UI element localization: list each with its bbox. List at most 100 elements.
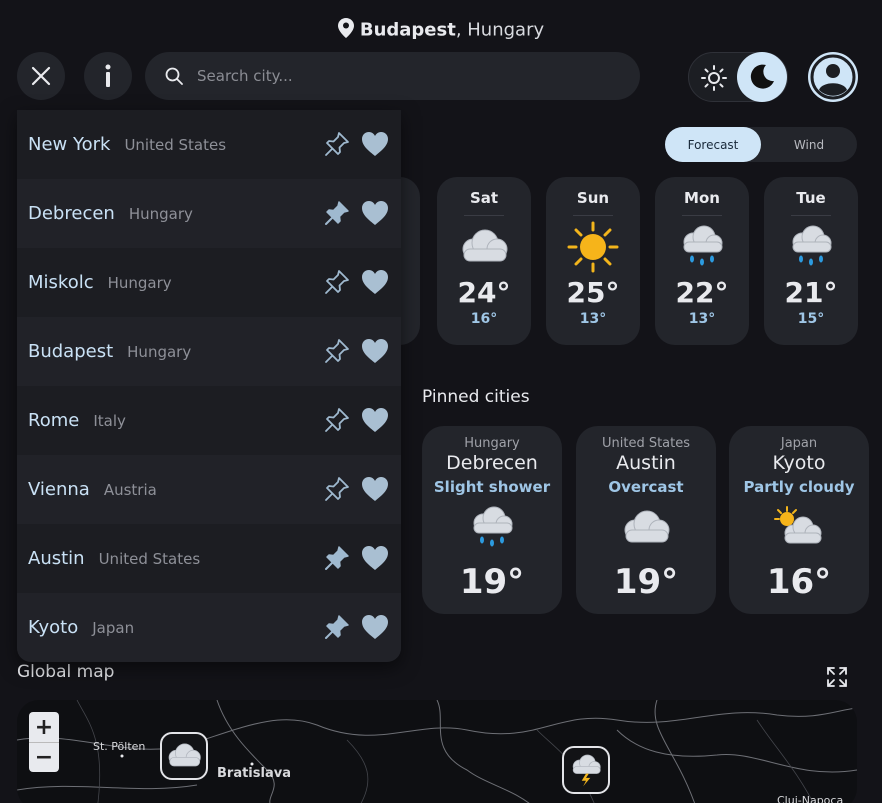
city-name: Debrecen: [28, 203, 115, 224]
map-weather-marker[interactable]: [562, 746, 610, 794]
zoom-in-button[interactable]: +: [29, 712, 59, 742]
map-weather-marker[interactable]: [160, 732, 208, 780]
city-country: Hungary: [127, 342, 192, 361]
current-country: , Hungary: [455, 19, 545, 41]
divider: [464, 215, 504, 216]
search-input[interactable]: [197, 67, 617, 85]
pin-outline-icon[interactable]: [323, 337, 351, 365]
info-button[interactable]: [84, 52, 132, 100]
city-country: United States: [98, 549, 201, 568]
city-list-item[interactable]: Miskolc Hungary: [17, 248, 401, 317]
global-map-title: Global map: [17, 662, 115, 682]
city-name: Vienna: [28, 479, 90, 500]
zoom-out-button[interactable]: −: [29, 742, 59, 772]
tab-forecast[interactable]: Forecast: [665, 127, 761, 162]
pinned-country: Hungary: [464, 436, 520, 451]
moon-icon: [750, 64, 774, 89]
divider: [682, 215, 722, 216]
forecast-card[interactable]: Mon 22° 13°: [655, 177, 749, 345]
divider: [791, 215, 831, 216]
expand-icon: [827, 667, 847, 687]
thunderstorm-icon: [572, 754, 601, 787]
forecast-low: 15°: [797, 311, 825, 327]
city-list-item[interactable]: Austin United States: [17, 524, 401, 593]
city-name: Austin: [28, 548, 85, 569]
view-tabs: Forecast Wind: [665, 127, 857, 162]
forecast-card[interactable]: Sun 25° 13°: [546, 177, 640, 345]
city-list-item[interactable]: Debrecen Hungary: [17, 179, 401, 248]
heart-icon[interactable]: [361, 338, 389, 364]
forecast-day: Mon: [684, 189, 720, 207]
pin-outline-icon[interactable]: [323, 475, 351, 503]
sunny-icon: [546, 218, 640, 276]
forecast-day: Sat: [469, 189, 499, 207]
heart-icon[interactable]: [361, 545, 389, 571]
current-city: Budapest: [359, 19, 456, 41]
pin-filled-icon[interactable]: [323, 544, 351, 572]
search-bar[interactable]: [145, 52, 640, 100]
pinned-city-name: Kyoto: [772, 452, 826, 474]
user-icon: [810, 54, 856, 100]
theme-toggle[interactable]: [688, 52, 788, 102]
cloudy-icon: [437, 218, 531, 276]
dark-mode-button[interactable]: [737, 52, 787, 102]
pin-filled-icon[interactable]: [323, 199, 351, 227]
city-dropdown: New York United States Debrecen Hungary …: [17, 110, 401, 662]
forecast-high: 21°: [784, 276, 838, 309]
pinned-condition: Partly cloudy: [743, 478, 855, 496]
pinned-temp: 19°: [459, 562, 525, 602]
city-list-item[interactable]: Budapest Hungary: [17, 317, 401, 386]
pinned-city-card[interactable]: United States Austin Overcast 19°: [576, 426, 716, 614]
pinned-country: Japan: [780, 436, 818, 451]
forecast-low: 13°: [688, 311, 716, 327]
forecast-card[interactable]: Tue 21° 15°: [764, 177, 858, 345]
map-label: Bratislava: [217, 766, 291, 781]
forecast-high: 24°: [457, 276, 511, 309]
global-map[interactable]: + − St. Pölten Bratislava Cluj-Napoca: [17, 700, 857, 803]
light-mode-button[interactable]: [699, 63, 729, 93]
pin-filled-icon[interactable]: [323, 613, 351, 641]
rain-cloud-icon: [764, 218, 858, 276]
expand-map-button[interactable]: [826, 666, 848, 688]
pinned-city-name: Debrecen: [446, 452, 538, 474]
rain-cloud-icon: [655, 218, 749, 276]
pin-outline-icon[interactable]: [323, 268, 351, 296]
city-country: United States: [124, 135, 227, 154]
forecast-card[interactable]: Sat 24° 16°: [437, 177, 531, 345]
city-name: Kyoto: [28, 617, 79, 638]
pinned-condition: Slight shower: [433, 478, 551, 496]
heart-icon[interactable]: [361, 131, 389, 157]
city-country: Hungary: [107, 273, 172, 292]
search-icon: [165, 67, 183, 85]
pin-outline-icon[interactable]: [323, 406, 351, 434]
city-list-item[interactable]: Vienna Austria: [17, 455, 401, 524]
city-name: New York: [28, 134, 111, 155]
forecast-day: Sun: [576, 189, 610, 207]
heart-icon[interactable]: [361, 407, 389, 433]
cloudy-icon: [576, 498, 716, 558]
close-icon: [31, 66, 51, 86]
city-country: Austria: [103, 480, 157, 499]
city-name: Rome: [28, 410, 80, 431]
city-name: Miskolc: [28, 272, 94, 293]
heart-icon[interactable]: [361, 200, 389, 226]
pinned-city-name: Austin: [616, 452, 676, 474]
city-name: Budapest: [28, 341, 114, 362]
pinned-city-card[interactable]: Hungary Debrecen Slight shower 19°: [422, 426, 562, 614]
rain-cloud-icon: [422, 498, 562, 558]
close-button[interactable]: [17, 52, 65, 100]
city-list-item[interactable]: Rome Italy: [17, 386, 401, 455]
pinned-city-card[interactable]: Japan Kyoto Partly cloudy 16°: [729, 426, 869, 614]
forecast-low: 16°: [470, 311, 498, 327]
user-avatar-button[interactable]: [808, 52, 858, 102]
city-country: Hungary: [128, 204, 193, 223]
heart-icon[interactable]: [361, 476, 389, 502]
city-list-item[interactable]: Kyoto Japan: [17, 593, 401, 662]
tab-wind[interactable]: Wind: [761, 127, 857, 162]
heart-icon[interactable]: [361, 269, 389, 295]
city-list-item[interactable]: New York United States: [17, 110, 401, 179]
pin-outline-icon[interactable]: [323, 130, 351, 158]
partly-cloudy-icon: [729, 498, 869, 558]
pinned-condition: Overcast: [608, 478, 684, 496]
heart-icon[interactable]: [361, 614, 389, 640]
